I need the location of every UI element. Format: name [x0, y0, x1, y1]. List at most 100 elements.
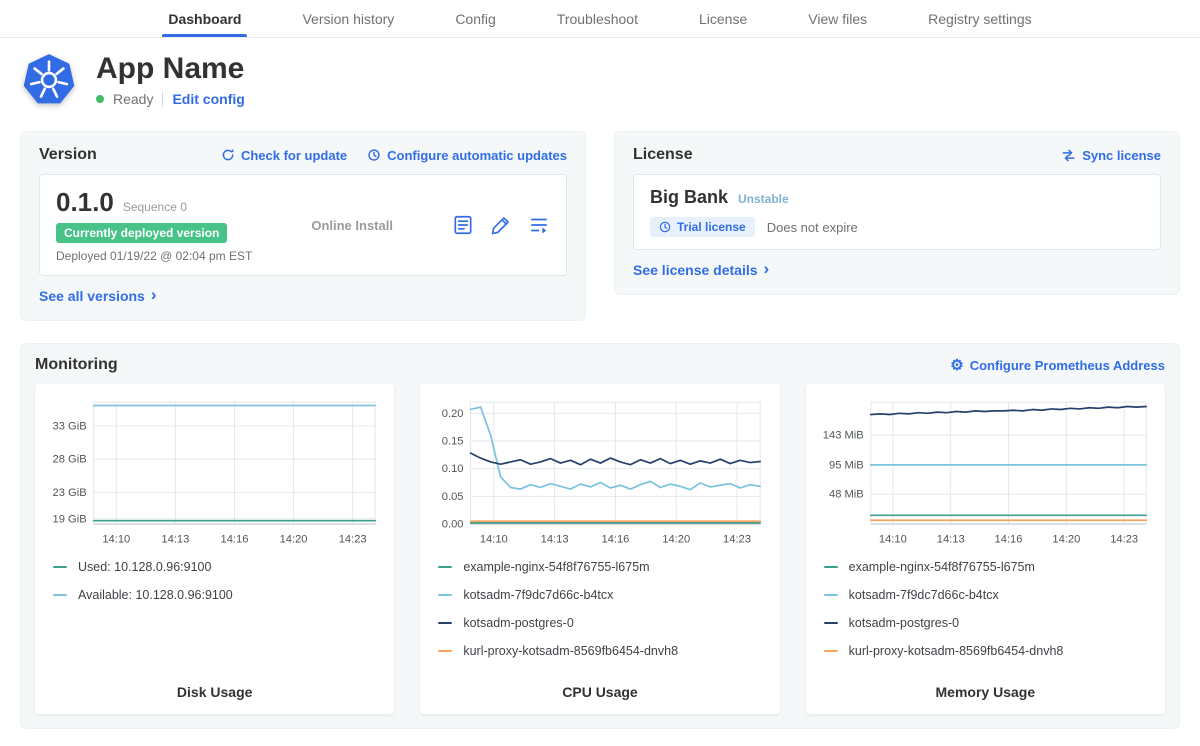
see-license-details-link[interactable]: See license details › [633, 262, 769, 278]
tab-dashboard[interactable]: Dashboard [166, 0, 243, 37]
cpu-usage-chart: 14:1014:1314:1614:2014:230.200.150.100.0… [430, 394, 769, 548]
svg-text:14:23: 14:23 [723, 533, 751, 545]
license-name-row: Big Bank Unstable [650, 187, 1144, 208]
clock-schedule-icon [367, 148, 381, 162]
edit-config-link[interactable]: Edit config [172, 91, 244, 107]
svg-text:48 MiB: 48 MiB [829, 489, 864, 501]
chart-title: Memory Usage [816, 684, 1155, 702]
memory-usage-chart-card: 14:1014:1314:1614:2014:23143 MiB95 MiB48… [806, 384, 1165, 714]
series-color-dash-icon [53, 594, 67, 596]
svg-text:95 MiB: 95 MiB [829, 460, 864, 472]
version-number: 0.1.0 [56, 187, 114, 217]
see-all-versions-row: See all versions › [39, 288, 567, 306]
monitoring-card: Monitoring ⚙ Configure Prometheus Addres… [20, 343, 1180, 729]
chart-title: Disk Usage [45, 684, 384, 702]
svg-text:143 MiB: 143 MiB [822, 430, 863, 442]
license-info-box: Big Bank Unstable Trial license Does not… [633, 174, 1161, 250]
pencil-edit-icon [490, 214, 512, 236]
legend-item: kotsadm-7f9dc7d66c-b4tcx [824, 588, 1155, 602]
legend-item: example-nginx-54f8f76755-l675m [824, 560, 1155, 574]
see-license-details-row: See license details › [633, 262, 1161, 280]
monitoring-header: Monitoring ⚙ Configure Prometheus Addres… [35, 356, 1165, 374]
tab-view-files[interactable]: View files [806, 0, 869, 37]
version-card-title: Version [39, 146, 97, 164]
series-color-dash-icon [824, 622, 838, 624]
trial-license-label: Trial license [677, 220, 746, 234]
release-notes-icon [452, 214, 474, 236]
series-label: example-nginx-54f8f76755-l675m [463, 560, 649, 574]
series-label: kotsadm-postgres-0 [463, 616, 573, 630]
svg-text:14:10: 14:10 [102, 533, 130, 545]
tab-config[interactable]: Config [453, 0, 497, 37]
configure-automatic-updates-link[interactable]: Configure automatic updates [367, 148, 567, 163]
configure-prometheus-link[interactable]: ⚙ Configure Prometheus Address [950, 358, 1165, 373]
series-label: kurl-proxy-kotsadm-8569fb6454-dnvh8 [463, 644, 678, 658]
app-title-block: App Name Ready Edit config [96, 52, 245, 107]
version-card: Version Check for update [20, 131, 586, 321]
series-color-dash-icon [824, 566, 838, 568]
tab-license[interactable]: License [697, 0, 749, 37]
chevron-right-icon: › [151, 290, 157, 300]
channel-name: Unstable [738, 192, 789, 206]
deploy-logs-button[interactable] [528, 214, 550, 236]
release-notes-button[interactable] [452, 214, 474, 236]
chart-title: CPU Usage [430, 684, 769, 702]
sync-license-link[interactable]: Sync license [1061, 148, 1161, 163]
legend-item: kurl-proxy-kotsadm-8569fb6454-dnvh8 [824, 644, 1155, 658]
customer-name: Big Bank [650, 187, 728, 208]
app-header: App Name Ready Edit config [0, 38, 1200, 109]
tab-registry-settings[interactable]: Registry settings [926, 0, 1033, 37]
app-status-row: Ready Edit config [96, 91, 245, 107]
cpu-usage-chart-card: 14:1014:1314:1614:2014:230.200.150.100.0… [420, 384, 779, 714]
summary-cards-row: Version Check for update [20, 131, 1180, 321]
check-for-update-link[interactable]: Check for update [221, 148, 347, 163]
series-color-dash-icon [824, 650, 838, 652]
expiry-text: Does not expire [767, 220, 858, 235]
series-label: kurl-proxy-kotsadm-8569fb6454-dnvh8 [849, 644, 1064, 658]
legend-item: Available: 10.128.0.96:9100 [53, 588, 384, 602]
svg-text:14:13: 14:13 [541, 533, 569, 545]
deployed-version-info: 0.1.0 Sequence 0 Currently deployed vers… [56, 187, 252, 263]
main-content: Version Check for update [0, 131, 1200, 729]
status-dot-icon [96, 95, 104, 103]
status-text: Ready [113, 91, 153, 107]
sync-arrows-icon [1061, 148, 1076, 163]
series-label: kotsadm-postgres-0 [849, 616, 959, 630]
svg-text:19 GiB: 19 GiB [53, 513, 87, 525]
trial-clock-icon [659, 221, 671, 233]
series-label: kotsadm-7f9dc7d66c-b4tcx [849, 588, 999, 602]
kubernetes-logo-icon [22, 53, 76, 107]
svg-text:14:20: 14:20 [663, 533, 691, 545]
svg-text:14:16: 14:16 [602, 533, 630, 545]
tab-version-history[interactable]: Version history [300, 0, 396, 37]
deployed-timestamp: Deployed 01/19/22 @ 02:04 pm EST [56, 249, 252, 263]
configure-automatic-updates-label: Configure automatic updates [387, 148, 567, 163]
disk-usage-chart-card: 14:1014:1314:1614:2014:2333 GiB28 GiB23 … [35, 384, 394, 714]
tab-troubleshoot[interactable]: Troubleshoot [555, 0, 640, 37]
edit-version-config-button[interactable] [490, 214, 512, 236]
page-title: App Name [96, 52, 245, 86]
svg-text:14:20: 14:20 [1052, 533, 1080, 545]
disk-usage-chart: 14:1014:1314:1614:2014:2333 GiB28 GiB23 … [45, 394, 384, 548]
see-all-versions-link[interactable]: See all versions › [39, 288, 157, 304]
sequence-label: Sequence 0 [123, 200, 187, 214]
series-label: Available: 10.128.0.96:9100 [78, 588, 233, 602]
svg-text:14:13: 14:13 [161, 533, 189, 545]
memory-usage-legend: example-nginx-54f8f76755-l675m kotsadm-7f… [816, 560, 1155, 658]
legend-item: kotsadm-postgres-0 [438, 616, 769, 630]
svg-text:14:23: 14:23 [1110, 533, 1138, 545]
svg-text:14:16: 14:16 [221, 533, 249, 545]
deploy-logs-icon [528, 214, 550, 236]
check-for-update-label: Check for update [241, 148, 347, 163]
legend-item: kotsadm-postgres-0 [824, 616, 1155, 630]
series-color-dash-icon [824, 594, 838, 596]
svg-text:14:10: 14:10 [879, 533, 907, 545]
series-color-dash-icon [438, 650, 452, 652]
svg-text:33 GiB: 33 GiB [53, 421, 87, 433]
svg-text:0.10: 0.10 [442, 463, 464, 475]
gear-icon: ⚙ [950, 359, 963, 372]
refresh-icon [221, 148, 235, 162]
series-color-dash-icon [53, 566, 67, 568]
see-all-versions-label: See all versions [39, 288, 145, 304]
license-card-header: License Sync license [633, 146, 1161, 164]
